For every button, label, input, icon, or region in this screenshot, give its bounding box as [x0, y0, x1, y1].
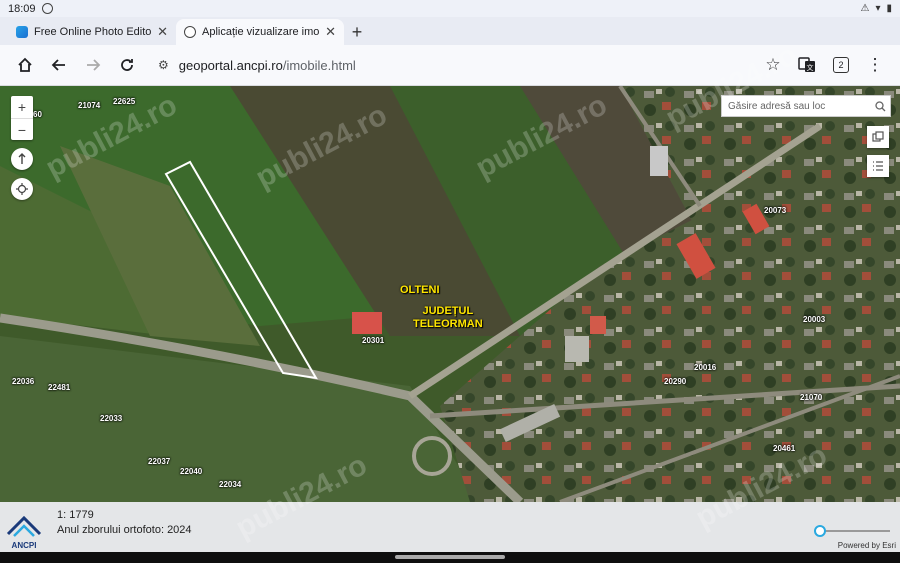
url-path: /imobile.html: [282, 57, 356, 73]
tab-switcher-button[interactable]: 2: [824, 48, 858, 82]
ortho-year: Anul zborului ortofoto: 2024: [57, 524, 192, 536]
back-icon[interactable]: [42, 48, 76, 82]
map-scale: 1: 1779: [57, 509, 94, 521]
tab-strip: Free Online Photo Editor: Fr ✕ Aplicație…: [0, 17, 900, 45]
parcel-label[interactable]: 20016: [694, 363, 716, 372]
status-bar: 18:09 ⚠ ▾ ▮: [0, 0, 900, 17]
zoom-out-icon[interactable]: −: [11, 118, 33, 140]
svg-text:文: 文: [807, 63, 814, 72]
address-bar[interactable]: ⚙ geoportal.ancpi.ro/imobile.html: [152, 50, 748, 80]
clock: 18:09: [8, 2, 36, 15]
logo-text: ANCPI: [11, 541, 37, 550]
android-nav-bar: [0, 552, 900, 563]
parcel-label[interactable]: 20461: [773, 444, 795, 453]
parcel-label[interactable]: 22037: [148, 457, 170, 466]
village-label: OLTENI: [400, 284, 440, 296]
translate-icon[interactable]: 文: [790, 48, 824, 82]
parcel-label[interactable]: 21070: [800, 393, 822, 402]
parcel-label[interactable]: 22036: [12, 377, 34, 386]
parcel-label[interactable]: 22040: [180, 467, 202, 476]
parcel-label[interactable]: 60: [33, 110, 42, 119]
basemap-icon[interactable]: [867, 126, 889, 148]
map-view[interactable]: 60 21074 22625 20073 20301 20003 22036 2…: [0, 86, 900, 502]
search-icon[interactable]: [870, 96, 890, 116]
esri-attribution[interactable]: Powered by Esri: [838, 541, 896, 550]
parcel-label[interactable]: 22033: [100, 414, 122, 423]
screen: 18:09 ⚠ ▾ ▮ Free Online Photo Editor: Fr…: [0, 0, 900, 563]
parcel-label[interactable]: 22625: [113, 97, 135, 106]
slider-track[interactable]: [820, 530, 890, 532]
close-tab-icon[interactable]: ✕: [325, 24, 336, 40]
parcel-label[interactable]: 20301: [362, 336, 384, 345]
compass-icon[interactable]: [11, 148, 33, 170]
search-input[interactable]: [722, 96, 870, 116]
parcel-label[interactable]: 22034: [219, 480, 241, 489]
tab-title: Aplicație vizualizare imobile: [202, 26, 320, 38]
close-tab-icon[interactable]: ✕: [157, 24, 168, 40]
star-icon[interactable]: ☆: [756, 48, 790, 82]
zoom-control: + −: [11, 96, 33, 140]
menu-dots-icon[interactable]: ⋮: [858, 48, 892, 82]
new-tab-button[interactable]: +: [344, 19, 370, 45]
battery-icon: ▮: [886, 3, 892, 14]
photo-editor-favicon-icon: [16, 26, 28, 38]
county-label-line2: TELEORMAN: [413, 318, 483, 330]
home-gesture-pill[interactable]: [395, 555, 505, 559]
county-label: JUDEȚUL TELEORMAN: [413, 305, 483, 331]
locate-icon[interactable]: [11, 178, 33, 200]
parcel-label[interactable]: 20003: [803, 315, 825, 324]
globe-icon: [184, 26, 196, 38]
layers-list-icon[interactable]: [867, 155, 889, 177]
opacity-slider[interactable]: [814, 525, 890, 537]
parcel-label[interactable]: 20290: [664, 377, 686, 386]
map-info-panel: ANCPI 1: 1779 Anul zborului ortofoto: 20…: [0, 502, 900, 552]
url-host: geoportal.ancpi.ro: [178, 57, 283, 73]
tab-photo-editor[interactable]: Free Online Photo Editor: Fr ✕: [8, 19, 176, 45]
parcel-label[interactable]: 21074: [78, 101, 100, 110]
slider-handle[interactable]: [814, 525, 826, 537]
system-icons: ⚠ ▾ ▮: [860, 3, 892, 14]
address-search: [721, 95, 891, 117]
parcel-label[interactable]: 20073: [764, 206, 786, 215]
browser-toolbar: ⚙ geoportal.ancpi.ro/imobile.html ☆ 文 2 …: [0, 45, 900, 86]
ortho-imagery: [0, 86, 900, 502]
ancpi-logo: ANCPI: [6, 514, 42, 550]
tab-geoportal[interactable]: Aplicație vizualizare imobile ✕: [176, 19, 344, 45]
parcel-label[interactable]: 22481: [48, 383, 70, 392]
tab-title: Free Online Photo Editor: Fr: [34, 26, 152, 38]
wifi-icon: ▾: [875, 3, 881, 14]
county-label-line1: JUDEȚUL: [422, 305, 474, 317]
zoom-in-icon[interactable]: +: [11, 96, 33, 118]
home-icon[interactable]: [8, 48, 42, 82]
tune-icon[interactable]: ⚙: [158, 58, 169, 72]
forward-icon[interactable]: [76, 48, 110, 82]
alert-icon: ⚠: [860, 3, 870, 14]
tab-count: 2: [833, 57, 849, 73]
whatsapp-icon: [41, 3, 53, 14]
reload-icon[interactable]: [110, 48, 144, 82]
